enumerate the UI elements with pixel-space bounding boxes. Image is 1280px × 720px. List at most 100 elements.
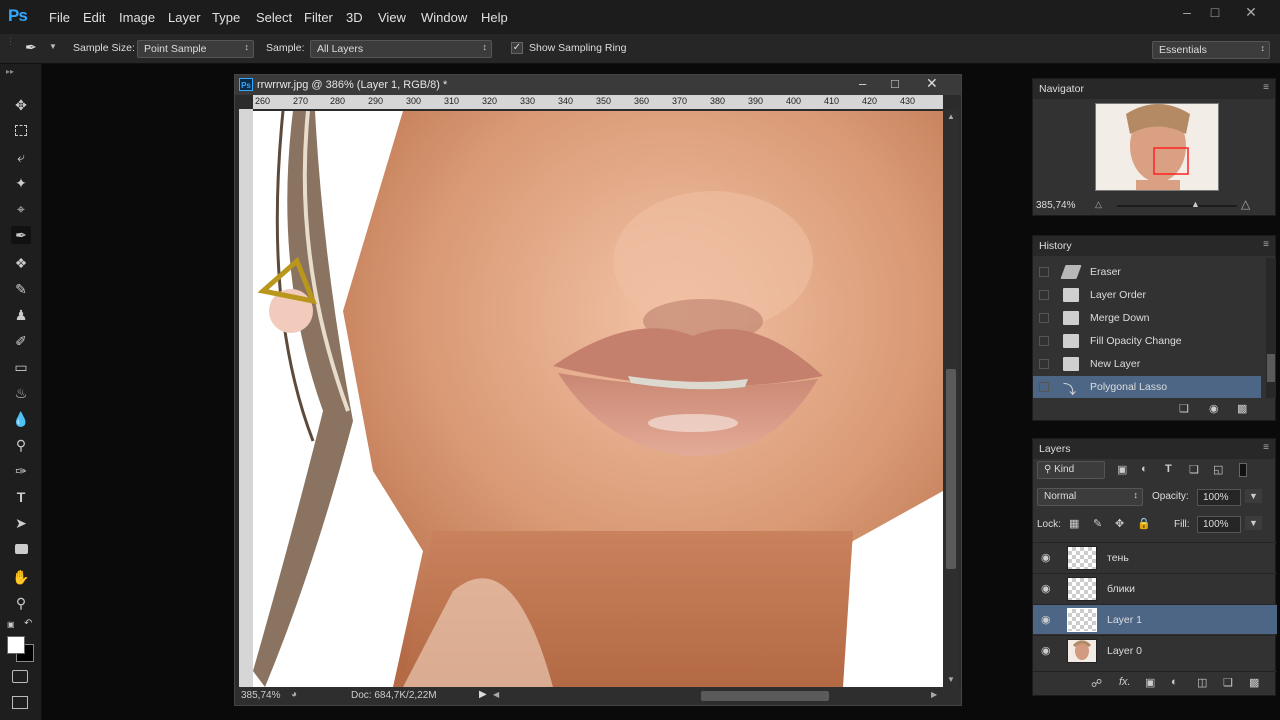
- layer-style-fx-icon[interactable]: fx.: [1119, 676, 1131, 688]
- filter-type-icon[interactable]: T: [1165, 463, 1172, 475]
- zoom-slider[interactable]: [1117, 205, 1237, 207]
- hand-tool-icon[interactable]: ✋: [11, 568, 31, 586]
- eraser-tool-icon[interactable]: ▭: [11, 358, 31, 376]
- zoom-tool-icon[interactable]: ⚲: [11, 594, 31, 612]
- visibility-eye-icon[interactable]: ◉: [1041, 613, 1051, 626]
- adjustment-layer-icon[interactable]: ◐: [1171, 676, 1178, 688]
- filter-adjustment-icon[interactable]: ◐: [1141, 463, 1148, 475]
- fill-input[interactable]: 100%: [1197, 516, 1241, 533]
- visibility-eye-icon[interactable]: ◉: [1041, 582, 1051, 595]
- lock-position-icon[interactable]: ✥: [1115, 517, 1124, 530]
- history-tab[interactable]: History ≡: [1033, 236, 1275, 256]
- crop-tool-icon[interactable]: ⌖: [11, 200, 31, 218]
- camera-snapshot-icon[interactable]: ◉: [1209, 402, 1219, 415]
- doc-minimize-icon[interactable]: –: [859, 76, 866, 91]
- scroll-right-icon[interactable]: ▶: [931, 690, 937, 699]
- opacity-dropdown-icon[interactable]: ▼: [1245, 489, 1262, 503]
- foreground-color-swatch[interactable]: [7, 636, 25, 654]
- pen-tool-icon[interactable]: ✑: [11, 462, 31, 480]
- layer-row[interactable]: ◉ Layer 0: [1033, 635, 1277, 665]
- menu-edit[interactable]: Edit: [83, 10, 105, 25]
- zoom-level[interactable]: 385,74%: [241, 690, 280, 701]
- filter-shape-icon[interactable]: ❏: [1189, 463, 1199, 476]
- sampling-ring-checkbox[interactable]: ✓: [511, 42, 523, 54]
- menu-file[interactable]: File: [49, 10, 70, 25]
- chevron-down-icon[interactable]: ▼: [49, 42, 57, 51]
- close-icon[interactable]: ✕: [1240, 4, 1262, 21]
- history-source-checkbox[interactable]: [1039, 382, 1049, 392]
- sample-select[interactable]: All Layers ↕: [310, 40, 492, 58]
- menu-select[interactable]: Select: [256, 10, 292, 25]
- filter-smart-object-icon[interactable]: ◱: [1213, 463, 1223, 476]
- history-source-checkbox[interactable]: [1039, 313, 1049, 323]
- opacity-input[interactable]: 100%: [1197, 489, 1241, 506]
- default-colors-icon[interactable]: ▣: [7, 620, 15, 629]
- trash-icon[interactable]: ▩: [1237, 402, 1247, 415]
- lasso-tool-icon[interactable]: ⤶: [11, 148, 31, 166]
- type-tool-icon[interactable]: T: [11, 488, 31, 506]
- scroll-down-icon[interactable]: ▼: [947, 675, 955, 684]
- healing-brush-tool-icon[interactable]: ❖: [11, 254, 31, 272]
- menu-view[interactable]: View: [378, 10, 406, 25]
- zoom-out-icon[interactable]: △: [1095, 199, 1102, 210]
- zoom-in-icon[interactable]: △: [1241, 197, 1250, 211]
- maximize-icon[interactable]: □: [1204, 4, 1226, 20]
- scroll-up-icon[interactable]: ▲: [947, 112, 955, 121]
- new-document-from-state-icon[interactable]: ❏: [1179, 402, 1189, 415]
- history-item[interactable]: Merge Down: [1033, 307, 1261, 329]
- history-item-selected[interactable]: ⤵ Polygonal Lasso: [1033, 376, 1261, 398]
- doc-maximize-icon[interactable]: □: [891, 76, 899, 91]
- history-source-checkbox[interactable]: [1039, 336, 1049, 346]
- panel-menu-icon[interactable]: ≡: [1263, 239, 1269, 250]
- swap-colors-icon[interactable]: ↶: [24, 618, 32, 629]
- layer-filter-select[interactable]: ⚲ Kind: [1037, 461, 1105, 479]
- scroll-left-icon[interactable]: ◀: [493, 690, 499, 699]
- quick-mask-icon[interactable]: [12, 670, 28, 683]
- vertical-scroll-thumb[interactable]: [946, 369, 956, 569]
- collapse-arrows-icon[interactable]: ▸▸: [6, 67, 14, 76]
- history-brush-tool-icon[interactable]: ✐: [11, 332, 31, 350]
- history-source-checkbox[interactable]: [1039, 290, 1049, 300]
- menu-3d[interactable]: 3D: [346, 10, 363, 25]
- paint-bucket-tool-icon[interactable]: ♨: [11, 384, 31, 402]
- navigator-zoom[interactable]: 385,74%: [1036, 200, 1075, 211]
- history-item[interactable]: Fill Opacity Change: [1033, 330, 1261, 352]
- eyedropper-tool-icon[interactable]: ✒: [11, 226, 31, 244]
- menu-type[interactable]: Type: [212, 10, 240, 25]
- menu-image[interactable]: Image: [119, 10, 155, 25]
- new-group-folder-icon[interactable]: ◫: [1197, 676, 1207, 689]
- layers-tab[interactable]: Layers ≡: [1033, 439, 1275, 459]
- visibility-eye-icon[interactable]: ◉: [1041, 644, 1051, 657]
- move-tool-icon[interactable]: ✥: [11, 96, 31, 114]
- rectangle-tool-icon[interactable]: [11, 540, 31, 558]
- clone-stamp-tool-icon[interactable]: ♟: [11, 306, 31, 324]
- workspace-select[interactable]: Essentials ↕: [1152, 41, 1270, 59]
- marquee-tool-icon[interactable]: [11, 122, 31, 140]
- delete-layer-trash-icon[interactable]: ▩: [1249, 676, 1259, 689]
- history-source-checkbox[interactable]: [1039, 267, 1049, 277]
- screen-mode-icon[interactable]: [12, 696, 28, 709]
- status-icon[interactable]: ◕: [291, 689, 297, 700]
- visibility-eye-icon[interactable]: ◉: [1041, 551, 1051, 564]
- layer-row[interactable]: ◉ тень: [1033, 542, 1277, 572]
- doc-close-icon[interactable]: ✕: [926, 75, 938, 92]
- horizontal-scroll-thumb[interactable]: [701, 691, 829, 701]
- layer-row[interactable]: ◉ блики: [1033, 573, 1277, 603]
- history-item[interactable]: New Layer: [1033, 353, 1261, 375]
- horizontal-ruler[interactable]: 260 270 280 290 300 310 320 330 340 350 …: [253, 95, 943, 109]
- layer-row-selected[interactable]: ◉ Layer 1: [1033, 604, 1277, 634]
- document-title-bar[interactable]: Ps rrwrrwr.jpg @ 386% (Layer 1, RGB/8) *…: [235, 75, 961, 95]
- filter-toggle[interactable]: [1239, 463, 1247, 477]
- fill-dropdown-icon[interactable]: ▼: [1245, 516, 1262, 530]
- link-layers-icon[interactable]: ☍: [1091, 677, 1102, 690]
- lock-all-icon[interactable]: 🔒: [1137, 517, 1151, 530]
- navigator-thumbnail[interactable]: [1095, 103, 1219, 191]
- minimize-icon[interactable]: –: [1176, 4, 1198, 20]
- history-item[interactable]: Layer Order: [1033, 284, 1261, 306]
- vertical-ruler[interactable]: [239, 109, 253, 689]
- history-item[interactable]: Eraser: [1033, 261, 1261, 283]
- magic-wand-tool-icon[interactable]: ✦: [11, 174, 31, 192]
- sample-size-select[interactable]: Point Sample ↕: [137, 40, 254, 58]
- eyedropper-preset-icon[interactable]: ✒: [25, 39, 37, 56]
- add-mask-icon[interactable]: ▣: [1145, 676, 1155, 689]
